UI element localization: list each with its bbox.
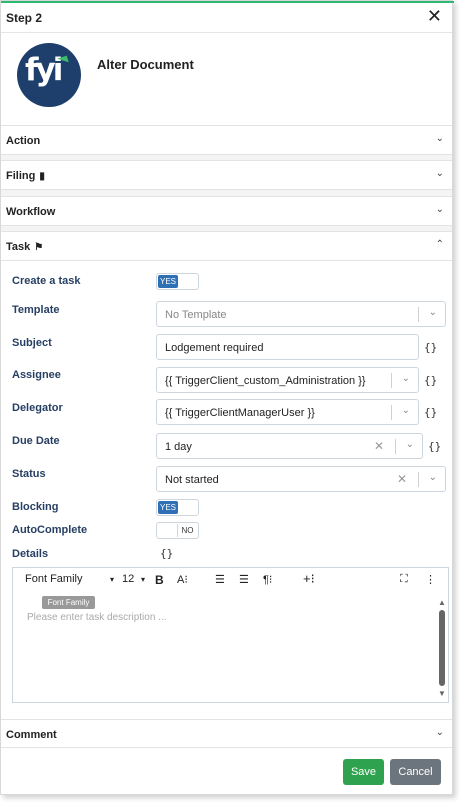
assignee-value: {{ TriggerClient_custom_Administration }… bbox=[165, 375, 366, 387]
fullscreen-icon[interactable]: ⛶ bbox=[400, 573, 408, 586]
due-date-value: 1 day bbox=[165, 441, 192, 453]
chevron-up-icon: ⌃ bbox=[435, 239, 444, 250]
autocomplete-label: AutoComplete bbox=[12, 524, 88, 536]
blocking-label: Blocking bbox=[12, 501, 59, 513]
section-workflow[interactable]: Workflow ⌄ bbox=[1, 196, 452, 226]
delegator-label: Delegator bbox=[12, 402, 63, 414]
section-comment-label: Comment bbox=[6, 729, 57, 741]
chevron-down-icon: ⌄ bbox=[428, 307, 437, 318]
font-family-dropdown[interactable]: Font Family bbox=[25, 573, 82, 585]
clear-icon[interactable]: ✕ bbox=[374, 439, 384, 453]
rich-text-editor[interactable]: Font Family ▾ 12 ▾ B A⁝ ☰ ☰ ¶⁝ +⁝ ⛶ ⋮ Fo… bbox=[12, 567, 449, 703]
template-select[interactable]: No Template ⌄ bbox=[156, 301, 446, 327]
subject-value: Lodgement required bbox=[165, 342, 264, 354]
chevron-down-icon: ⌄ bbox=[435, 168, 444, 179]
separator bbox=[391, 405, 392, 420]
scrollbar-thumb[interactable] bbox=[439, 610, 445, 686]
more-options-icon[interactable]: ⋮ bbox=[425, 573, 436, 586]
section-task-label: Task ⚑ bbox=[6, 241, 43, 253]
section-filing-label: Filing ▮ bbox=[6, 170, 45, 182]
section-action[interactable]: Action ⌄ bbox=[1, 125, 452, 155]
align-left-icon[interactable]: ☰ bbox=[215, 573, 225, 586]
insert-more-icon[interactable]: +⁝ bbox=[303, 571, 315, 587]
subject-input[interactable]: Lodgement required bbox=[156, 334, 419, 360]
due-date-select[interactable]: 1 day ✕ ⌄ bbox=[156, 433, 423, 459]
panel-footer: Save Cancel bbox=[1, 747, 452, 795]
due-date-braces-icon[interactable]: {} bbox=[428, 440, 441, 453]
separator bbox=[395, 439, 396, 454]
assignee-select[interactable]: {{ TriggerClient_custom_Administration }… bbox=[156, 367, 419, 393]
toggle-yes: YES bbox=[158, 501, 178, 514]
font-size-dropdown[interactable]: 12 bbox=[122, 573, 134, 585]
subject-braces-icon[interactable]: {} bbox=[424, 341, 437, 354]
scroll-down-icon[interactable]: ▼ bbox=[438, 689, 446, 698]
font-size-caret-icon[interactable]: ▾ bbox=[141, 575, 145, 584]
section-task[interactable]: Task ⚑ ⌃ bbox=[1, 231, 452, 261]
create-task-label: Create a task bbox=[12, 275, 81, 287]
logo-plane-icon bbox=[57, 55, 69, 66]
details-label: Details bbox=[12, 548, 49, 560]
create-task-toggle[interactable]: YES bbox=[156, 273, 199, 290]
document-icon: ▮ bbox=[39, 171, 45, 182]
separator bbox=[418, 472, 419, 487]
paragraph-format-icon[interactable]: ¶⁝ bbox=[263, 573, 272, 586]
blocking-toggle[interactable]: YES bbox=[156, 499, 199, 516]
close-icon[interactable]: ✕ bbox=[427, 6, 442, 26]
clear-icon[interactable]: ✕ bbox=[397, 472, 407, 486]
chevron-down-icon: ⌄ bbox=[405, 439, 414, 450]
autocomplete-toggle[interactable]: NO bbox=[156, 522, 199, 539]
delegator-braces-icon[interactable]: {} bbox=[424, 406, 437, 419]
align-center-icon[interactable]: ☰ bbox=[239, 573, 249, 586]
assignee-braces-icon[interactable]: {} bbox=[424, 374, 437, 387]
chevron-down-icon: ⌄ bbox=[435, 727, 444, 738]
font-family-caret-icon[interactable]: ▾ bbox=[110, 575, 114, 584]
chevron-down-icon: ⌄ bbox=[435, 133, 444, 144]
editor-scrollbar[interactable]: ▲ ▼ bbox=[438, 598, 446, 698]
template-placeholder: No Template bbox=[165, 309, 227, 321]
status-value: Not started bbox=[165, 474, 219, 486]
delegator-select[interactable]: {{ TriggerClientManagerUser }} ⌄ bbox=[156, 399, 419, 425]
document-title: Alter Document bbox=[97, 57, 194, 72]
cancel-button[interactable]: Cancel bbox=[390, 759, 441, 785]
subject-label: Subject bbox=[12, 337, 52, 349]
assignee-label: Assignee bbox=[12, 369, 61, 381]
section-action-label: Action bbox=[6, 135, 41, 147]
filing-text: Filing bbox=[6, 170, 36, 182]
section-comment[interactable]: Comment ⌄ bbox=[1, 719, 452, 749]
step-panel: Step 2 ✕ fyi Alter Document Action ⌄ Fil… bbox=[0, 0, 454, 795]
due-date-label: Due Date bbox=[12, 435, 60, 447]
panel-title: Step 2 bbox=[6, 11, 43, 25]
flag-icon: ⚑ bbox=[34, 242, 44, 253]
text-color-icon[interactable]: A⁝ bbox=[177, 573, 188, 586]
status-label: Status bbox=[12, 468, 46, 480]
template-label: Template bbox=[12, 304, 60, 316]
delegator-value: {{ TriggerClientManagerUser }} bbox=[165, 407, 315, 419]
separator bbox=[391, 373, 392, 388]
fyi-logo: fyi bbox=[17, 43, 81, 107]
scroll-up-icon[interactable]: ▲ bbox=[438, 598, 446, 607]
chevron-down-icon: ⌄ bbox=[401, 405, 410, 416]
chevron-down-icon: ⌄ bbox=[435, 204, 444, 215]
bold-icon[interactable]: B bbox=[155, 573, 164, 587]
logo-text: fyi bbox=[25, 52, 63, 88]
section-workflow-label: Workflow bbox=[6, 206, 56, 218]
save-button[interactable]: Save bbox=[343, 759, 384, 785]
toggle-no: NO bbox=[177, 524, 197, 537]
status-select[interactable]: Not started ✕ ⌄ bbox=[156, 466, 446, 492]
task-text: Task bbox=[6, 241, 31, 253]
chevron-down-icon: ⌄ bbox=[428, 472, 437, 483]
separator bbox=[418, 307, 419, 322]
editor-toolbar: Font Family ▾ 12 ▾ B A⁝ ☰ ☰ ¶⁝ +⁝ ⛶ ⋮ bbox=[13, 568, 448, 592]
panel-header: Step 2 ✕ bbox=[1, 3, 452, 33]
details-braces-icon[interactable]: {} bbox=[160, 547, 173, 560]
toggle-yes: YES bbox=[158, 275, 178, 288]
editor-placeholder: Please enter task description ... bbox=[27, 612, 167, 623]
font-family-tooltip: Font Family bbox=[42, 596, 95, 609]
section-filing[interactable]: Filing ▮ ⌄ bbox=[1, 160, 452, 190]
chevron-down-icon: ⌄ bbox=[401, 373, 410, 384]
